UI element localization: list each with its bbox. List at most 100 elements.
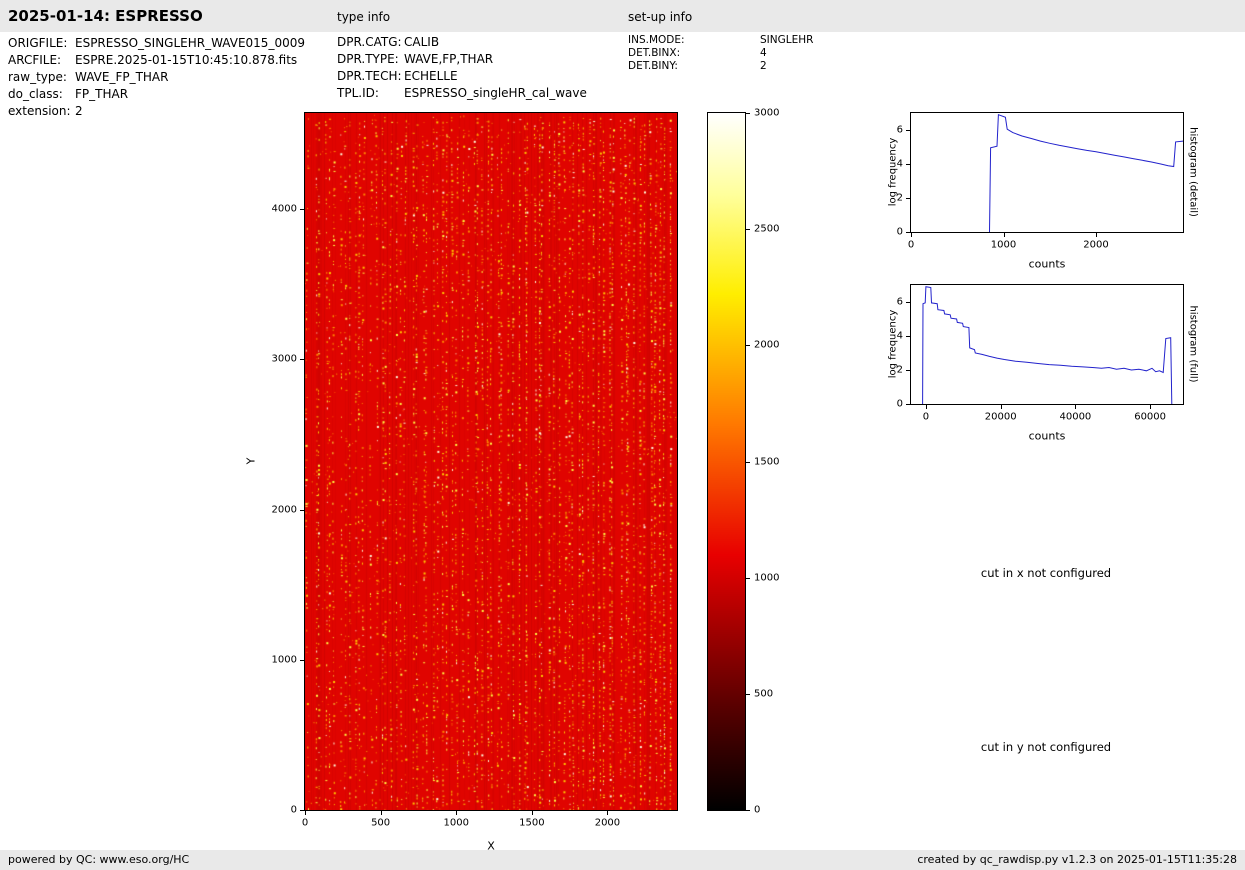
- histogram-full-x-tickmark: [1075, 405, 1077, 409]
- histogram-detail-y-tick-label: 4: [896, 158, 903, 170]
- histogram-detail-xaxis-label: counts: [1028, 257, 1066, 271]
- type-info-heading: type info: [337, 10, 391, 24]
- raw-image-frame: [304, 112, 678, 811]
- histogram-full-frame: [910, 284, 1184, 405]
- colorbar-tick-label: 500: [754, 688, 774, 700]
- origfile-label: ORIGFILE:: [8, 36, 68, 50]
- histogram-full-x-tick-label: 40000: [1059, 411, 1092, 423]
- origfile-value: ESPRESSO_SINGLEHR_WAVE015_0009: [75, 36, 305, 50]
- colorbar-tickmark: [746, 461, 750, 463]
- histogram-full-plot: [922, 286, 1173, 404]
- raw-y-tickmark: [300, 359, 304, 361]
- histogram-detail-y-tickmark: [906, 232, 910, 233]
- raw-x-tickmark: [607, 811, 609, 815]
- histogram-full-y-tickmark: [906, 302, 910, 303]
- extension-label: extension:: [8, 104, 71, 118]
- raw-x-tickmark: [531, 811, 533, 815]
- raw-y-tick-label: 3000: [271, 353, 297, 365]
- info-row-dprtype: DPR.TYPE: WAVE,FP,THAR: [337, 52, 493, 69]
- colorbar-tick-label: 2000: [754, 339, 780, 351]
- histogram-detail-y-tick-label: 6: [896, 124, 903, 136]
- histogram-detail-line: [989, 113, 1183, 232]
- colorbar-tickmark: [746, 345, 750, 347]
- raw-x-tick-label: 1500: [519, 817, 545, 829]
- histogram-full-y-tick-label: 2: [896, 364, 903, 376]
- raw-x-tick-label: 2000: [594, 817, 621, 829]
- histogram-detail-x-tick-label: 2000: [1083, 239, 1109, 251]
- histogram-detail-y-tickmark: [906, 164, 910, 165]
- dprtype-value: WAVE,FP,THAR: [404, 52, 494, 66]
- raw-y-tickmark: [300, 810, 304, 811]
- histogram-detail-x-tickmark: [1003, 233, 1005, 237]
- detbiny-label: DET.BINY:: [628, 60, 678, 72]
- histogram-full-x-tickmark: [1000, 405, 1002, 409]
- colorbar-tick-label: 2500: [754, 223, 780, 235]
- histogram-detail-x-tickmark: [911, 233, 912, 237]
- colorbar-canvas: [708, 113, 745, 810]
- histogram-full-y-tickmark: [906, 370, 910, 371]
- dprtech-value: ECHELLE: [404, 69, 458, 83]
- raw-x-tick-label: 0: [301, 817, 309, 829]
- colorbar-tick-label: 3000: [754, 107, 780, 119]
- extension-value: 2: [75, 104, 83, 118]
- cut-y-message: cut in y not configured: [980, 740, 1112, 754]
- page-title: 2025-01-14: ESPRESSO: [8, 7, 203, 25]
- histogram-full-x-tickmark: [925, 405, 927, 409]
- histogram-full-x-tick-label: 0: [922, 411, 930, 423]
- histogram-full-y-tickmark: [906, 404, 910, 405]
- raw-yaxis-label: Y: [244, 457, 258, 465]
- raw-y-tickmark: [300, 659, 304, 661]
- colorbar-tickmark: [746, 810, 750, 811]
- colorbar-frame: [707, 112, 746, 811]
- setup-info-heading: set-up info: [628, 10, 693, 24]
- doclass-value: FP_THAR: [75, 87, 129, 101]
- info-row-extension: extension: 2: [8, 104, 83, 121]
- colorbar-tickmark: [746, 693, 750, 695]
- colorbar-tickmark: [746, 113, 750, 114]
- doclass-label: do_class:: [8, 87, 63, 101]
- rawtype-label: raw_type:: [8, 70, 67, 84]
- colorbar-tickmark: [746, 229, 750, 231]
- footer-powered-by: powered by QC: www.eso.org/HC: [8, 853, 190, 866]
- histogram-full-y-tickmark: [906, 336, 910, 337]
- histogram-detail-y-tick-label: 0: [896, 226, 903, 238]
- histogram-detail-frame: [910, 112, 1184, 233]
- raw-image-canvas: [305, 113, 677, 810]
- raw-y-tickmark: [300, 209, 304, 211]
- detbiny-value: 2: [760, 60, 767, 72]
- raw-y-tick-label: 4000: [271, 203, 297, 215]
- raw-y-tickmark: [300, 509, 304, 511]
- histogram-full-xaxis-label: counts: [1028, 429, 1066, 443]
- qc-report-page: 2025-01-14: ESPRESSO type info set-up in…: [0, 0, 1245, 870]
- raw-x-tick-label: 500: [371, 817, 391, 829]
- raw-y-tick-label: 0: [290, 804, 297, 816]
- histogram-detail-y-tickmark: [906, 198, 910, 199]
- dprtype-label: DPR.TYPE:: [337, 52, 399, 66]
- detbinx-value: 4: [760, 47, 767, 59]
- tplid-label: TPL.ID:: [337, 86, 379, 100]
- info-row-dprcatg: DPR.CATG: CALIB: [337, 35, 439, 52]
- info-row-arcfile: ARCFILE: ESPRE.2025-01-15T10:45:10.878.f…: [8, 53, 297, 70]
- histogram-detail-y-tick-label: 2: [896, 192, 903, 204]
- tplid-value: ESPRESSO_singleHR_cal_wave: [404, 86, 587, 100]
- info-row-tplid: TPL.ID: ESPRESSO_singleHR_cal_wave: [337, 86, 587, 103]
- dprcatg-label: DPR.CATG:: [337, 35, 402, 49]
- cut-x-message: cut in x not configured: [980, 566, 1112, 580]
- histogram-full-x-tickmark: [1150, 405, 1152, 409]
- histogram-full-line: [922, 286, 1173, 404]
- detbinx-label: DET.BINX:: [628, 47, 681, 59]
- info-row-dprtech: DPR.TECH: ECHELLE: [337, 69, 458, 86]
- arcfile-value: ESPRE.2025-01-15T10:45:10.878.fits: [75, 53, 298, 67]
- colorbar-tickmark: [746, 577, 750, 579]
- raw-x-tick-label: 1000: [443, 817, 469, 829]
- info-row-doclass: do_class: FP_THAR: [8, 87, 128, 104]
- raw-y-tick-label: 1000: [271, 654, 297, 666]
- histogram-detail-x-tick-label: 1000: [990, 239, 1017, 251]
- insmode-label: INS.MODE:: [628, 34, 685, 46]
- histogram-detail-plot: [989, 113, 1183, 232]
- colorbar-tick-label: 1000: [754, 572, 780, 584]
- histogram-full-title: histogram (full): [1187, 305, 1199, 383]
- histogram-full-x-tick-label: 60000: [1134, 411, 1167, 423]
- dprcatg-value: CALIB: [404, 35, 440, 49]
- histogram-detail-y-tickmark: [906, 130, 910, 131]
